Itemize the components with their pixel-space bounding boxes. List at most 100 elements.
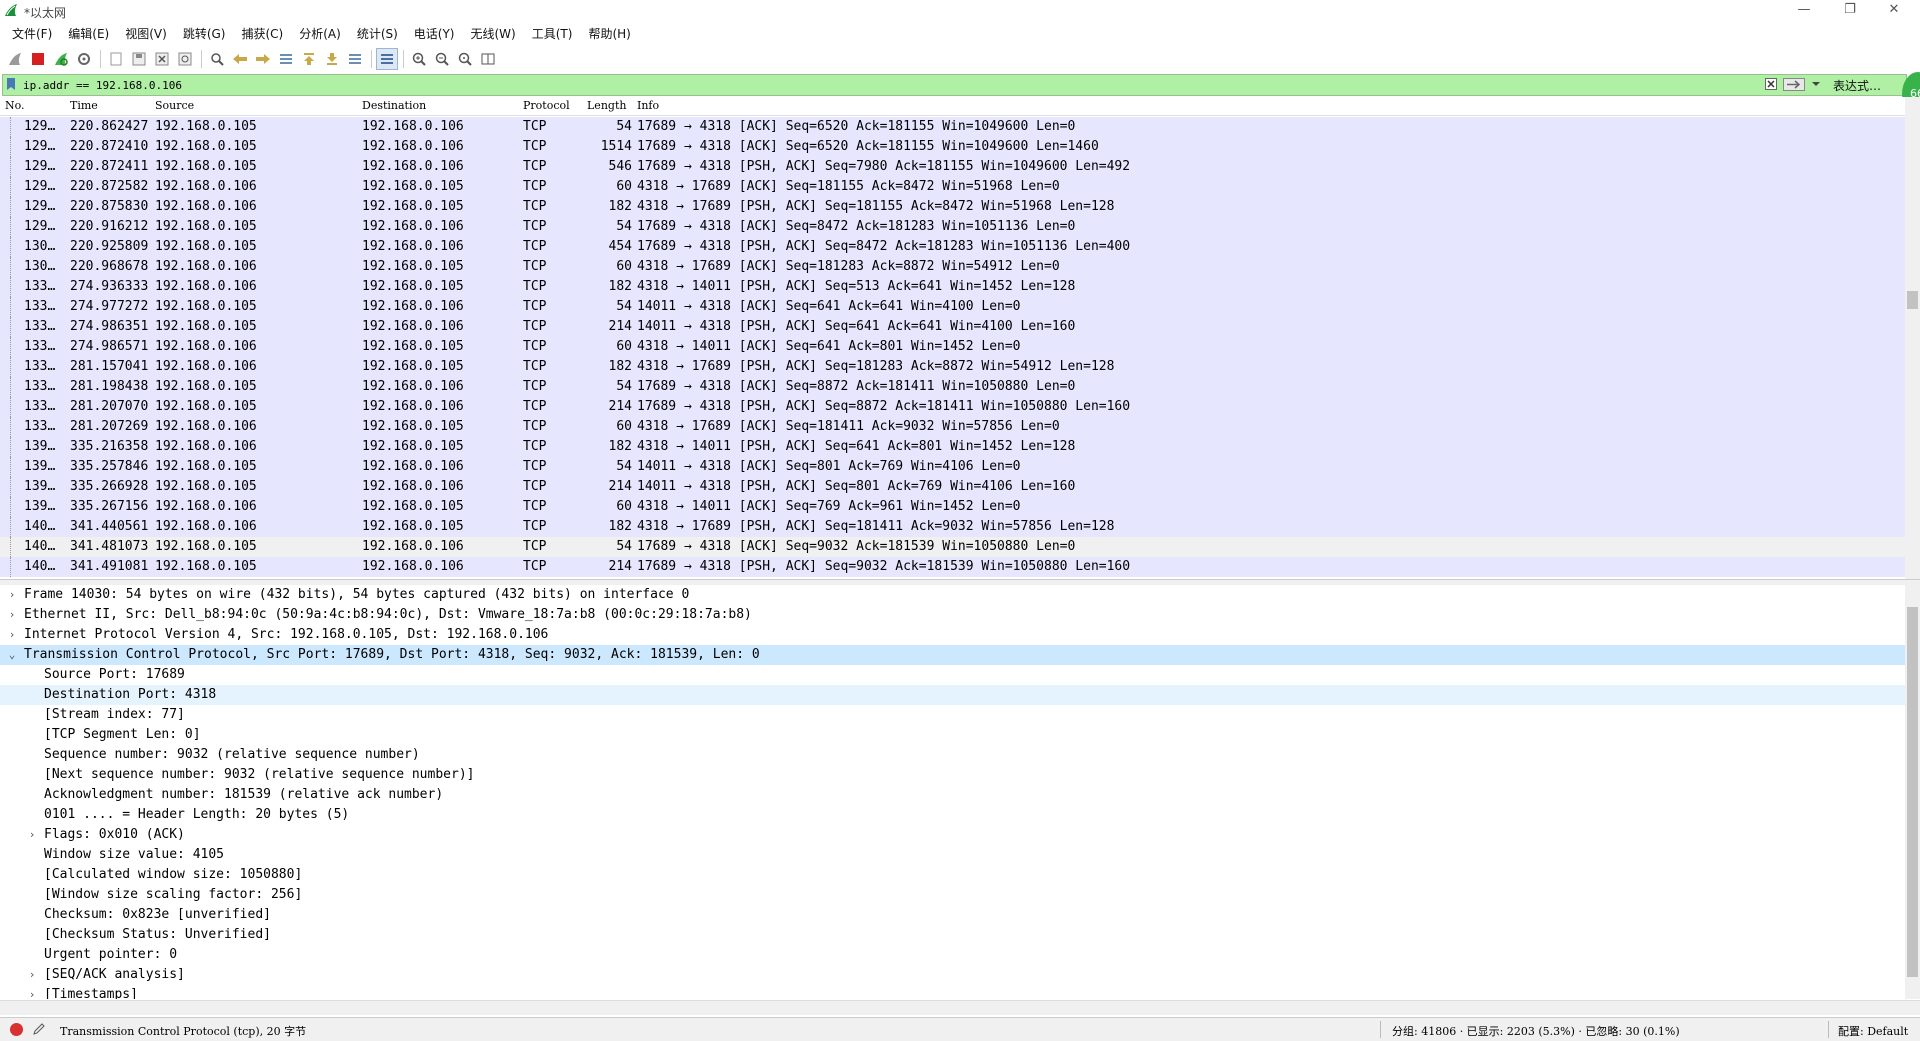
open-file-button[interactable] xyxy=(105,48,127,70)
tree-item[interactable]: [Calculated window size: 1050880] xyxy=(0,865,1920,885)
tree-item[interactable]: [Window size scaling factor: 256] xyxy=(0,885,1920,905)
zoom-normal-button[interactable] xyxy=(454,48,476,70)
table-row[interactable]: 129… 220.875830 192.168.0.106 192.168.0.105… xyxy=(0,197,1905,217)
menu-statistics[interactable]: 统计(S) xyxy=(349,24,406,44)
menu-wireless[interactable]: 无线(W) xyxy=(463,24,524,44)
scrollbar-thumb[interactable] xyxy=(1907,291,1918,309)
table-row[interactable]: 130… 220.925809 192.168.0.105 192.168.0.106… xyxy=(0,237,1905,257)
chevron-right-icon[interactable]: › xyxy=(26,985,38,999)
clear-filter-icon[interactable] xyxy=(1765,78,1777,90)
tree-item[interactable]: › [Timestamps] xyxy=(0,985,1920,999)
tree-item[interactable]: › Frame 14030: 54 bytes on wire (432 bits… xyxy=(0,585,1920,605)
scrollbar-thumb[interactable] xyxy=(1907,607,1918,977)
details-scrollbar[interactable] xyxy=(1905,585,1920,999)
tree-item[interactable]: › [SEQ/ACK analysis] xyxy=(0,965,1920,985)
table-row[interactable]: 129… 220.862427 192.168.0.105 192.168.0.106… xyxy=(0,117,1905,137)
chevron-down-icon[interactable] xyxy=(1811,78,1821,90)
zoom-in-button[interactable] xyxy=(408,48,430,70)
capture-options-button[interactable] xyxy=(73,48,95,70)
table-row[interactable]: 129… 220.872582 192.168.0.106 192.168.0.105… xyxy=(0,177,1905,197)
reload-file-button[interactable] xyxy=(174,48,196,70)
tree-item[interactable]: 0101 .... = Header Length: 20 bytes (5) xyxy=(0,805,1920,825)
tree-item[interactable]: Checksum: 0x823e [unverified] xyxy=(0,905,1920,925)
display-filter-input[interactable] xyxy=(23,77,1763,93)
restart-capture-button[interactable] xyxy=(50,48,72,70)
auto-scroll-button[interactable] xyxy=(344,48,366,70)
menu-tools[interactable]: 工具(T) xyxy=(524,24,581,44)
menu-analyze[interactable]: 分析(A) xyxy=(291,24,349,44)
table-row[interactable]: 133… 281.207269 192.168.0.106 192.168.0.105… xyxy=(0,417,1905,437)
bookmark-icon[interactable] xyxy=(6,77,16,91)
go-forward-button[interactable] xyxy=(252,48,274,70)
table-row[interactable]: 129… 220.916212 192.168.0.105 192.168.0.106… xyxy=(0,217,1905,237)
table-row[interactable]: 133… 274.986351 192.168.0.105 192.168.0.106… xyxy=(0,317,1905,337)
table-row[interactable]: 139… 335.257846 192.168.0.105 192.168.0.106… xyxy=(0,457,1905,477)
column-header-destination[interactable]: Destination xyxy=(362,99,426,112)
tree-item[interactable]: ⌄ Transmission Control Protocol, Src Port… xyxy=(0,645,1920,665)
tree-item[interactable]: [Next sequence number: 9032 (relative se… xyxy=(0,765,1920,785)
find-packet-button[interactable] xyxy=(206,48,228,70)
zoom-out-button[interactable] xyxy=(431,48,453,70)
close-file-button[interactable] xyxy=(151,48,173,70)
first-packet-button[interactable] xyxy=(298,48,320,70)
expression-button[interactable]: 表达式… xyxy=(1833,77,1881,94)
start-capture-button[interactable] xyxy=(4,48,26,70)
apply-filter-icon[interactable] xyxy=(1783,78,1805,91)
column-header-time[interactable]: Time xyxy=(70,99,98,112)
table-row[interactable]: 139… 335.216358 192.168.0.106 192.168.0.105… xyxy=(0,437,1905,457)
menu-edit[interactable]: 编辑(E) xyxy=(60,24,117,44)
table-row[interactable]: 133… 281.198438 192.168.0.105 192.168.0.106… xyxy=(0,377,1905,397)
edit-comment-icon[interactable] xyxy=(32,1022,46,1036)
table-row[interactable]: 129… 220.872411 192.168.0.105 192.168.0.106… xyxy=(0,157,1905,177)
table-row[interactable]: 133… 281.207070 192.168.0.105 192.168.0.106… xyxy=(0,397,1905,417)
table-row[interactable]: 139… 335.266928 192.168.0.105 192.168.0.106… xyxy=(0,477,1905,497)
expert-info-icon[interactable] xyxy=(10,1023,23,1036)
column-header-protocol[interactable]: Protocol xyxy=(523,99,570,112)
table-row[interactable]: 133… 274.986571 192.168.0.106 192.168.0.105… xyxy=(0,337,1905,357)
tree-item[interactable]: Acknowledgment number: 181539 (relative … xyxy=(0,785,1920,805)
table-row[interactable]: 140… 341.481073 192.168.0.105 192.168.0.106… xyxy=(0,537,1905,557)
column-header-no[interactable]: No. xyxy=(5,99,25,112)
tree-item[interactable]: › Internet Protocol Version 4, Src: 192.1… xyxy=(0,625,1920,645)
go-to-packet-button[interactable] xyxy=(275,48,297,70)
menu-help[interactable]: 帮助(H) xyxy=(580,24,638,44)
chevron-right-icon[interactable]: › xyxy=(6,585,18,605)
table-row[interactable]: 140… 341.491081 192.168.0.105 192.168.0.106… xyxy=(0,557,1905,577)
tree-item[interactable]: [Stream index: 77] xyxy=(0,705,1920,725)
colorize-button[interactable] xyxy=(376,48,398,70)
profile-label[interactable]: 配置: Default xyxy=(1838,1023,1908,1039)
minimize-button[interactable]: — xyxy=(1782,0,1826,22)
table-row[interactable]: 139… 335.267156 192.168.0.106 192.168.0.105… xyxy=(0,497,1905,517)
menu-go[interactable]: 跳转(G) xyxy=(175,24,234,44)
table-row[interactable]: 130… 220.968678 192.168.0.106 192.168.0.105… xyxy=(0,257,1905,277)
tree-item[interactable]: Destination Port: 4318 xyxy=(0,685,1920,705)
chevron-down-icon[interactable]: ⌄ xyxy=(6,645,18,665)
resize-columns-button[interactable] xyxy=(477,48,499,70)
tree-item[interactable]: › Flags: 0x010 (ACK) xyxy=(0,825,1920,845)
chevron-right-icon[interactable]: › xyxy=(6,605,18,625)
menu-telephony[interactable]: 电话(Y) xyxy=(406,24,463,44)
column-header-info[interactable]: Info xyxy=(637,99,659,112)
chevron-right-icon[interactable]: › xyxy=(26,965,38,985)
chevron-right-icon[interactable]: › xyxy=(6,625,18,645)
table-row[interactable]: 133… 274.977272 192.168.0.105 192.168.0.106… xyxy=(0,297,1905,317)
menu-view[interactable]: 视图(V) xyxy=(117,24,175,44)
tree-item[interactable]: Source Port: 17689 xyxy=(0,665,1920,685)
table-row[interactable]: 129… 220.872410 192.168.0.105 192.168.0.106… xyxy=(0,137,1905,157)
tree-item[interactable]: › Ethernet II, Src: Dell_b8:94:0c (50:9a:… xyxy=(0,605,1920,625)
table-row[interactable]: 133… 274.936333 192.168.0.106 192.168.0.105… xyxy=(0,277,1905,297)
table-row[interactable]: 133… 281.157041 192.168.0.106 192.168.0.105… xyxy=(0,357,1905,377)
save-file-button[interactable] xyxy=(128,48,150,70)
tree-item[interactable]: Urgent pointer: 0 xyxy=(0,945,1920,965)
tree-item[interactable]: [Checksum Status: Unverified] xyxy=(0,925,1920,945)
table-row[interactable]: 140… 341.440561 192.168.0.106 192.168.0.105… xyxy=(0,517,1905,537)
stop-capture-button[interactable] xyxy=(27,48,49,70)
chevron-right-icon[interactable]: › xyxy=(26,825,38,845)
tree-item[interactable]: Sequence number: 9032 (relative sequence… xyxy=(0,745,1920,765)
restore-button[interactable]: ❐ xyxy=(1828,0,1872,22)
menu-file[interactable]: 文件(F) xyxy=(4,24,60,44)
go-back-button[interactable] xyxy=(229,48,251,70)
tree-item[interactable]: Window size value: 4105 xyxy=(0,845,1920,865)
tree-item[interactable]: [TCP Segment Len: 0] xyxy=(0,725,1920,745)
horizontal-scrollbar[interactable] xyxy=(0,1000,1920,1015)
